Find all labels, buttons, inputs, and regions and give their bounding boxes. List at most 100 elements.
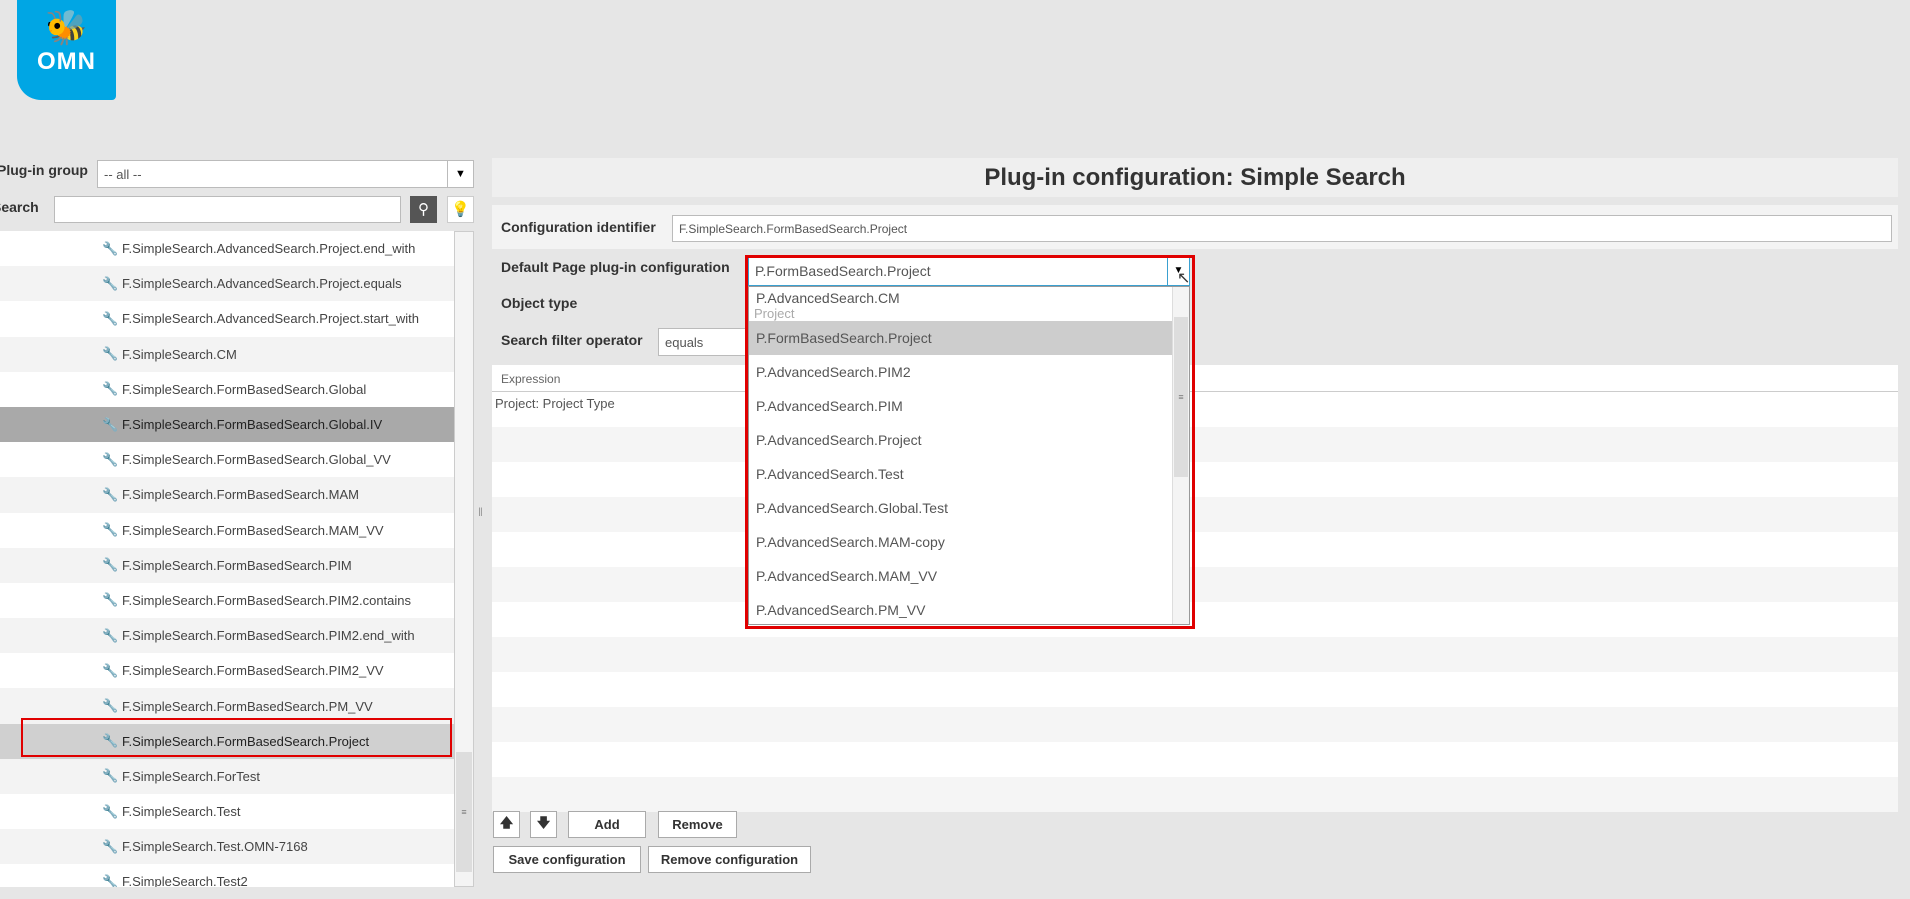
plugin-list: 🔧 F.SimpleSearch.AdvancedSearch.Project.e… <box>0 231 454 887</box>
plugin-list-item[interactable]: 🔧 F.SimpleSearch.Test <box>0 794 454 830</box>
expression-table: Expression Project: Project Type <box>492 365 1898 812</box>
plugin-list-item-label: F.SimpleSearch.CM <box>122 346 237 362</box>
logo-text: OMN <box>37 48 96 75</box>
plugin-list-item[interactable]: 🔧 F.SimpleSearch.FormBasedSearch.PIM2.end… <box>0 618 454 654</box>
plugin-list-item[interactable]: 🔧 F.SimpleSearch.FormBasedSearch.Global.I… <box>0 406 454 443</box>
wrench-icon: 🔧 <box>102 698 119 714</box>
dropdown-option[interactable]: P.AdvancedSearch.PM_VV <box>749 593 1173 627</box>
expression-row[interactable] <box>492 567 1898 602</box>
default-page-select[interactable]: P.FormBasedSearch.Project ▼ <box>748 256 1190 286</box>
expression-row[interactable] <box>492 742 1898 777</box>
search-label: Search <box>0 199 39 215</box>
plugin-list-item[interactable]: 🔧 F.SimpleSearch.FormBasedSearch.PIM <box>0 547 454 583</box>
plugin-list-item-label: F.SimpleSearch.FormBasedSearch.MAM <box>122 487 359 503</box>
splitter-handle[interactable]: ‖ <box>478 505 483 519</box>
chevron-down-icon[interactable]: ▼ <box>447 161 473 187</box>
operator-label: Search filter operator <box>501 332 643 348</box>
default-page-label: Default Page plug-in configuration <box>501 259 730 275</box>
wrench-icon: 🔧 <box>102 275 119 291</box>
omn-logo: 🐝 OMN <box>17 0 116 100</box>
wrench-icon: 🔧 <box>102 873 119 887</box>
plugin-group-select[interactable]: -- all -- ▼ <box>97 160 474 188</box>
plugin-list-item[interactable]: 🔧 F.SimpleSearch.FormBasedSearch.PIM2_VV <box>0 653 454 689</box>
plugin-list-item[interactable]: 🔧 F.SimpleSearch.AdvancedSearch.Project.e… <box>0 231 454 267</box>
plugin-list-item-label: F.SimpleSearch.FormBasedSearch.Global_VV <box>122 452 391 468</box>
wrench-icon: 🔧 <box>102 838 119 854</box>
expression-cell: Project: Project Type <box>495 396 615 411</box>
object-type-label: Object type <box>501 295 578 311</box>
dropdown-option[interactable]: P.FormBasedSearch.Project <box>749 321 1173 355</box>
page-title: Plug-in configuration: Simple Search <box>492 158 1898 197</box>
dropdown-option[interactable]: P.AdvancedSearch.MAM_VV <box>749 559 1173 593</box>
plugin-list-item[interactable]: 🔧 F.SimpleSearch.FormBasedSearch.Global <box>0 371 454 407</box>
move-down-button[interactable]: 🡇 <box>530 811 557 838</box>
mouse-cursor-icon: ↖ <box>1177 270 1191 287</box>
plugin-list-item-label: F.SimpleSearch.Test <box>122 804 241 820</box>
plugin-list-item[interactable]: 🔧 F.SimpleSearch.CM <box>0 336 454 372</box>
dropdown-option[interactable]: P.AdvancedSearch.CM <box>749 287 1173 321</box>
plugin-list-item[interactable]: 🔧 F.SimpleSearch.ForTest <box>0 758 454 794</box>
plugin-list-item-label: F.SimpleSearch.FormBasedSearch.PM_VV <box>122 698 373 714</box>
plugin-list-item-label: F.SimpleSearch.FormBasedSearch.Global.IV <box>122 417 383 433</box>
expression-row[interactable] <box>492 777 1898 812</box>
plugin-list-item[interactable]: 🔧 F.SimpleSearch.Test.OMN-7168 <box>0 829 454 865</box>
plugin-list-item-label: F.SimpleSearch.FormBasedSearch.MAM_VV <box>122 522 384 538</box>
wrench-icon: 🔧 <box>102 662 119 678</box>
expression-row[interactable] <box>492 602 1898 637</box>
default-page-dropdown-list: P.AdvancedSearch.CM P.FormBasedSearch.Pro… <box>748 286 1190 625</box>
bee-icon: 🐝 <box>45 9 88 47</box>
config-id-label: Configuration identifier <box>501 219 656 235</box>
plugin-list-item[interactable]: 🔧 F.SimpleSearch.FormBasedSearch.PIM2.con… <box>0 582 454 619</box>
plugin-list-item-label: F.SimpleSearch.FormBasedSearch.PIM2.cont… <box>122 592 412 608</box>
plugin-list-item-label: F.SimpleSearch.Test.OMN-7168 <box>122 839 308 855</box>
expression-row[interactable] <box>492 672 1898 707</box>
list-scrollbar[interactable]: ≡ <box>454 231 474 887</box>
wrench-icon: 🔧 <box>102 346 119 362</box>
lightbulb-icon: 💡 <box>451 201 470 218</box>
wrench-icon: 🔧 <box>102 381 119 397</box>
dropdown-option[interactable]: P.AdvancedSearch.PIM2 <box>749 355 1173 389</box>
plugin-list-item-label: F.SimpleSearch.ForTest <box>122 768 260 784</box>
plugin-list-item[interactable]: 🔧 F.SimpleSearch.AdvancedSearch.Project.e… <box>0 266 454 302</box>
remove-configuration-button[interactable]: Remove configuration <box>648 846 811 873</box>
default-page-value: P.FormBasedSearch.Project <box>755 263 931 279</box>
dropdown-option[interactable]: P.AdvancedSearch.PIM <box>749 389 1173 423</box>
plugin-list-item-label: F.SimpleSearch.AdvancedSearch.Project.eq… <box>122 276 402 292</box>
tips-button[interactable]: 💡 <box>447 196 474 223</box>
wrench-icon: 🔧 <box>102 768 119 784</box>
plugin-list-item[interactable]: 🔧 F.SimpleSearch.FormBasedSearch.MAM <box>0 477 454 513</box>
selected-item-highlight <box>21 718 452 757</box>
save-configuration-button[interactable]: Save configuration <box>493 846 641 873</box>
plugin-list-item-label: F.SimpleSearch.FormBasedSearch.PIM2_VV <box>122 663 384 679</box>
config-id-value: F.SimpleSearch.FormBasedSearch.Project <box>679 221 908 236</box>
plugin-list-item[interactable]: 🔧 F.SimpleSearch.FormBasedSearch.MAM_VV <box>0 512 454 548</box>
search-input[interactable] <box>54 196 401 223</box>
dropdown-option[interactable]: P.AdvancedSearch.Test <box>749 457 1173 491</box>
expression-row[interactable]: Project: Project Type <box>492 392 1898 427</box>
move-up-button[interactable]: 🡅 <box>493 811 520 838</box>
dropdown-scrollbar[interactable]: ≡ <box>1172 287 1189 624</box>
dropdown-option[interactable]: P.AdvancedSearch.Global.Test <box>749 491 1173 525</box>
wrench-icon: 🔧 <box>102 803 119 819</box>
wrench-icon: 🔧 <box>102 240 119 256</box>
dropdown-option[interactable]: P.AdvancedSearch.MAM-copy <box>749 525 1173 559</box>
wrench-icon: 🔧 <box>102 557 119 573</box>
plugin-list-item[interactable]: 🔧 F.SimpleSearch.Test2 <box>0 864 454 887</box>
plugin-list-item-label: F.SimpleSearch.Test2 <box>122 874 248 887</box>
add-button[interactable]: Add <box>568 811 646 838</box>
expression-row[interactable] <box>492 497 1898 532</box>
remove-button[interactable]: Remove <box>658 811 737 838</box>
expression-row[interactable] <box>492 427 1898 462</box>
wrench-icon: 🔧 <box>102 522 119 538</box>
plugin-list-item[interactable]: 🔧 F.SimpleSearch.FormBasedSearch.Global_V… <box>0 442 454 478</box>
plugin-list-item[interactable]: 🔧 F.SimpleSearch.AdvancedSearch.Project.s… <box>0 301 454 337</box>
plugin-list-item-label: F.SimpleSearch.FormBasedSearch.PIM2.end_… <box>122 628 415 644</box>
expression-row[interactable] <box>492 462 1898 497</box>
expression-row[interactable] <box>492 532 1898 567</box>
config-id-input[interactable]: F.SimpleSearch.FormBasedSearch.Project <box>672 215 1892 242</box>
dropdown-option[interactable]: P.AdvancedSearch.Project <box>749 423 1173 457</box>
expression-row[interactable] <box>492 707 1898 742</box>
search-button[interactable]: ⚲ <box>410 196 437 223</box>
arrow-down-icon: 🡇 <box>536 814 551 830</box>
expression-row[interactable] <box>492 637 1898 672</box>
